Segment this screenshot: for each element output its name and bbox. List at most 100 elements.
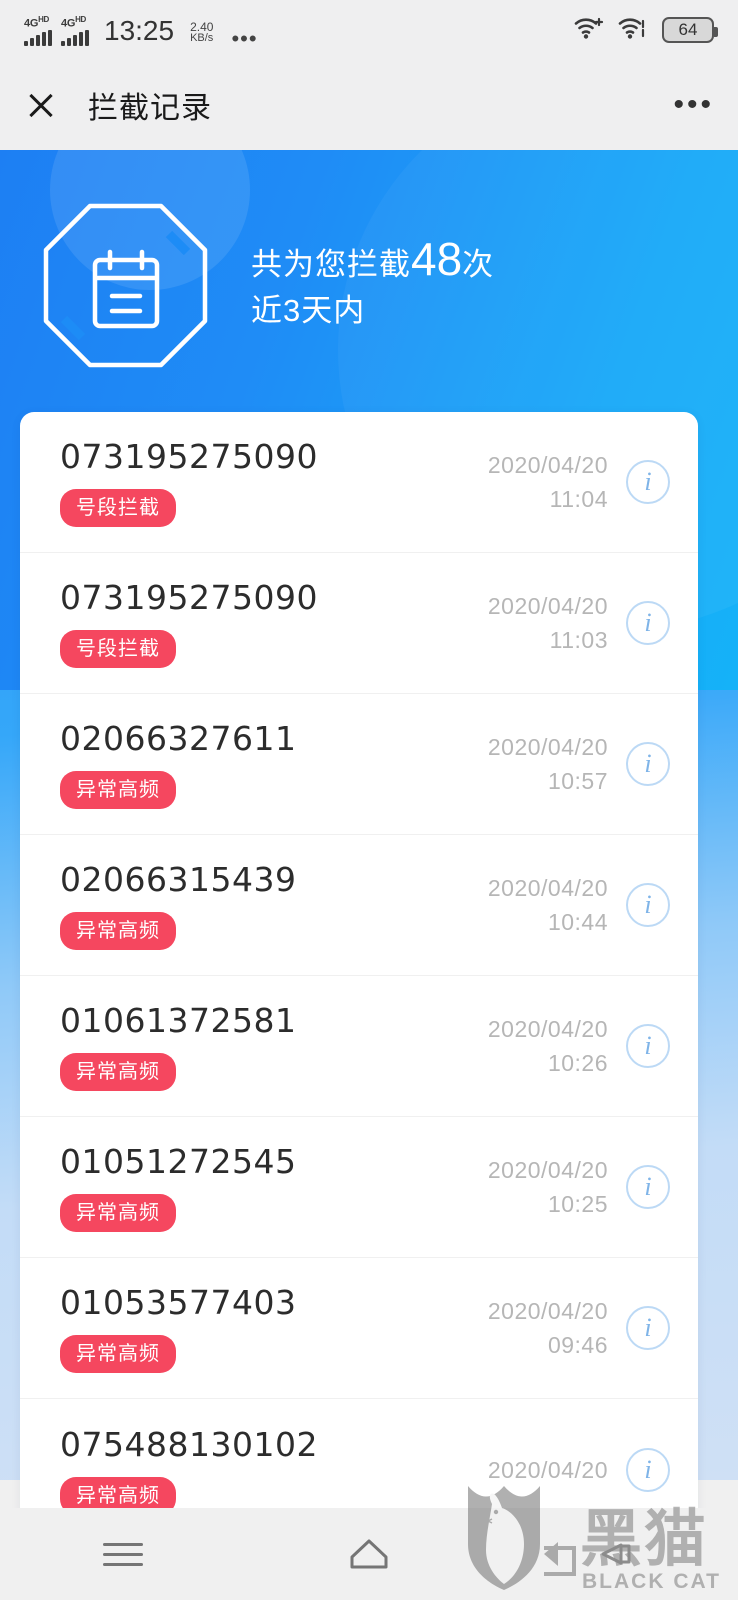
home-icon[interactable] bbox=[246, 1508, 492, 1600]
record-meta: 2020/04/20 10:44 i bbox=[488, 871, 670, 939]
wifi-transfer-icon bbox=[618, 15, 648, 46]
record-meta: 2020/04/20 i bbox=[488, 1447, 670, 1492]
record-time: 09:46 bbox=[547, 1332, 608, 1358]
phone-number: 073195275090 bbox=[60, 437, 318, 476]
record-meta: 2020/04/20 11:03 i bbox=[488, 589, 670, 657]
table-row[interactable]: 073195275090 号段拦截 2020/04/20 11:03 i bbox=[20, 553, 698, 694]
close-icon[interactable] bbox=[24, 88, 58, 122]
signal-indicator-sim1: 4GHD bbox=[24, 14, 52, 47]
record-time: 10:57 bbox=[547, 768, 608, 794]
record-main: 02066327611 异常高频 bbox=[60, 719, 488, 809]
phone-number: 075488130102 bbox=[60, 1424, 318, 1464]
status-bar: 4GHD 4GHD 13:25 2.40 KB/s ••• 64 bbox=[0, 0, 738, 60]
timestamp: 2020/04/20 11:03 bbox=[488, 589, 608, 657]
record-date: 2020/04/20 bbox=[487, 1456, 608, 1483]
app-header: 拦截记录 ••• bbox=[0, 60, 738, 150]
record-time: 11:04 bbox=[549, 486, 608, 512]
timestamp: 2020/04/20 10:57 bbox=[488, 730, 608, 798]
battery-indicator: 64 bbox=[662, 17, 718, 43]
table-row[interactable]: 01053577403 异常高频 2020/04/20 09:46 i bbox=[20, 1258, 698, 1399]
data-rate-unit: KB/s bbox=[190, 32, 214, 45]
page-title: 拦截记录 bbox=[88, 92, 212, 125]
timestamp: 2020/04/20 10:44 bbox=[488, 871, 608, 939]
blocked-count-line: 共为您拦截 48 次 bbox=[251, 236, 494, 288]
record-main: 075488130102 异常高频 bbox=[60, 1425, 488, 1515]
record-main: 01051272545 异常高频 bbox=[60, 1142, 488, 1232]
phone-number: 02066327611 bbox=[60, 719, 297, 758]
more-horizontal-icon[interactable]: ••• bbox=[673, 90, 714, 120]
timestamp: 2020/04/20 09:46 bbox=[488, 1294, 608, 1362]
status-badge: 异常高频 bbox=[60, 1335, 176, 1373]
timestamp: 2020/04/20 11:04 bbox=[488, 448, 608, 516]
timestamp: 2020/04/20 10:26 bbox=[488, 1012, 608, 1080]
status-badge: 号段拦截 bbox=[60, 630, 176, 668]
record-date: 2020/04/20 bbox=[487, 593, 608, 619]
status-badge: 异常高频 bbox=[60, 771, 176, 809]
system-navigation-bar bbox=[0, 1508, 738, 1600]
blocked-records-list: 073195275090 号段拦截 2020/04/20 11:04 i 07319527… bbox=[20, 412, 698, 1540]
record-main: 02066315439 异常高频 bbox=[60, 860, 488, 950]
network-type-label-sim2: 4GHD bbox=[61, 14, 87, 30]
info-circle-icon[interactable]: i bbox=[626, 1165, 670, 1209]
info-circle-icon[interactable]: i bbox=[626, 742, 670, 786]
info-circle-icon[interactable]: i bbox=[626, 1024, 670, 1068]
record-date: 2020/04/20 bbox=[487, 1157, 608, 1183]
info-circle-icon[interactable]: i bbox=[626, 1306, 670, 1350]
status-bar-overflow-icon: ••• bbox=[231, 26, 258, 52]
table-row[interactable]: 073195275090 号段拦截 2020/04/20 11:04 i bbox=[20, 412, 698, 553]
record-main: 073195275090 号段拦截 bbox=[60, 578, 488, 668]
table-row[interactable]: 02066315439 异常高频 2020/04/20 10:44 i bbox=[20, 835, 698, 976]
blocked-count-suffix: 次 bbox=[462, 247, 495, 282]
network-type-label-sim1: 4GHD bbox=[24, 14, 50, 30]
record-date: 2020/04/20 bbox=[487, 875, 608, 901]
timestamp: 2020/04/20 10:25 bbox=[488, 1153, 608, 1221]
info-circle-icon[interactable]: i bbox=[626, 883, 670, 927]
table-row[interactable]: 01051272545 异常高频 2020/04/20 10:25 i bbox=[20, 1117, 698, 1258]
record-time: 10:44 bbox=[547, 909, 608, 935]
record-time: 11:03 bbox=[549, 627, 608, 653]
signal-indicator-sim2: 4GHD bbox=[61, 14, 89, 47]
record-date: 2020/04/20 bbox=[487, 452, 608, 478]
record-time: 10:25 bbox=[547, 1191, 608, 1217]
record-meta: 2020/04/20 11:04 i bbox=[488, 448, 670, 516]
record-meta: 2020/04/20 10:57 i bbox=[488, 730, 670, 798]
record-date: 2020/04/20 bbox=[487, 734, 608, 760]
status-bar-left: 4GHD 4GHD 13:25 2.40 KB/s ••• bbox=[24, 14, 258, 52]
record-meta: 2020/04/20 10:25 i bbox=[488, 1153, 670, 1221]
phone-number: 02066315439 bbox=[60, 860, 297, 899]
table-row[interactable]: 02066327611 异常高频 2020/04/20 10:57 i bbox=[20, 694, 698, 835]
status-badge: 号段拦截 bbox=[60, 489, 176, 527]
timestamp: 2020/04/20 bbox=[488, 1453, 608, 1487]
phone-number: 01061372581 bbox=[60, 1001, 297, 1040]
status-badge: 异常高频 bbox=[60, 912, 176, 950]
status-bar-clock: 13:25 bbox=[104, 15, 175, 47]
status-badge: 异常高频 bbox=[60, 1053, 176, 1091]
wifi-plus-icon bbox=[574, 15, 604, 46]
hamburger-lines bbox=[103, 1536, 143, 1573]
signal-bars-sim1 bbox=[24, 30, 52, 47]
record-main: 073195275090 号段拦截 bbox=[60, 437, 488, 527]
summary-banner-text: 共为您拦截 48 次 近3天内 bbox=[251, 236, 494, 334]
record-main: 01061372581 异常高频 bbox=[60, 1001, 488, 1091]
phone-number: 01051272545 bbox=[60, 1142, 297, 1181]
record-meta: 2020/04/20 10:26 i bbox=[488, 1012, 670, 1080]
signal-bars-sim2 bbox=[61, 30, 89, 47]
blocked-record-octagon-icon bbox=[38, 198, 213, 373]
info-circle-icon[interactable]: i bbox=[626, 1447, 670, 1492]
info-circle-icon[interactable]: i bbox=[626, 460, 670, 504]
record-time: 10:26 bbox=[547, 1050, 608, 1076]
back-arrow-icon[interactable] bbox=[492, 1508, 738, 1600]
phone-number: 01053577403 bbox=[60, 1283, 297, 1322]
blocked-count-value: 48 bbox=[411, 233, 463, 285]
data-rate-indicator: 2.40 KB/s bbox=[190, 21, 214, 45]
status-bar-right: 64 bbox=[574, 15, 718, 46]
info-circle-icon[interactable]: i bbox=[626, 601, 670, 645]
record-main: 01053577403 异常高频 bbox=[60, 1283, 488, 1373]
blocked-count-prefix: 共为您拦截 bbox=[251, 247, 411, 282]
table-row[interactable]: 01061372581 异常高频 2020/04/20 10:26 i bbox=[20, 976, 698, 1117]
status-badge: 异常高频 bbox=[60, 1194, 176, 1232]
record-date: 2020/04/20 bbox=[487, 1016, 608, 1042]
summary-banner-content: 共为您拦截 48 次 近3天内 bbox=[0, 150, 738, 420]
menu-icon[interactable] bbox=[0, 1508, 246, 1600]
blocked-period-label: 近3天内 bbox=[251, 293, 366, 328]
